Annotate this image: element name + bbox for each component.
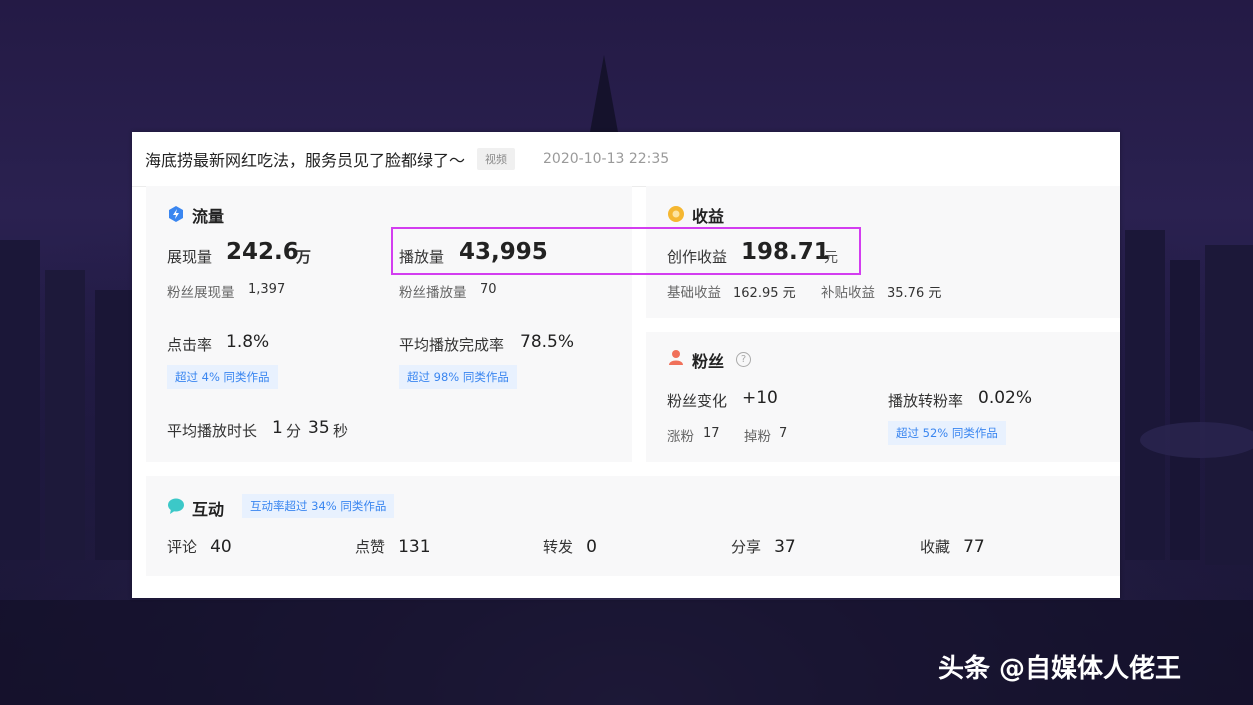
metric-reposts: 转发 0 bbox=[543, 536, 597, 557]
completion-value: 78.5% bbox=[520, 332, 575, 352]
interaction-title: 互动 bbox=[192, 500, 225, 519]
metric-comments: 评论 40 bbox=[167, 536, 232, 557]
conversion-badge: 超过 52% 同类作品 bbox=[888, 421, 1006, 445]
content-type-tag: 视频 bbox=[477, 148, 516, 170]
metric-value: 40 bbox=[210, 537, 232, 557]
fan-plays-label: 粉丝播放量 bbox=[399, 285, 467, 301]
fan-gain-value: 17 bbox=[703, 426, 720, 441]
coin-icon bbox=[668, 206, 684, 222]
metric-value: 37 bbox=[774, 537, 796, 557]
metric-value: 77 bbox=[963, 537, 985, 557]
impressions-unit: 万 bbox=[296, 248, 312, 266]
avg-duration-seconds: 35 bbox=[308, 418, 330, 438]
fan-loss-label: 掉粉 bbox=[744, 429, 771, 445]
ctr-label: 点击率 bbox=[167, 336, 213, 354]
metric-label: 评论 bbox=[167, 538, 198, 556]
user-icon bbox=[669, 350, 683, 365]
base-income-label: 基础收益 bbox=[667, 285, 721, 301]
publish-time: 2020-10-13 22:35 bbox=[543, 151, 670, 167]
metric-label: 转发 bbox=[543, 538, 574, 556]
metric-likes: 点赞 131 bbox=[355, 536, 431, 557]
metric-favorites: 收藏 77 bbox=[920, 536, 985, 557]
avg-duration-label: 平均播放时长 bbox=[167, 422, 258, 440]
traffic-title: 流量 bbox=[192, 207, 225, 226]
subsidy-income-label: 补贴收益 bbox=[821, 285, 875, 301]
interaction-badge: 互动率超过 34% 同类作品 bbox=[242, 494, 395, 518]
completion-badge: 超过 98% 同类作品 bbox=[399, 365, 517, 389]
traffic-icon bbox=[169, 206, 183, 222]
impressions-value: 242.6 bbox=[226, 239, 299, 265]
metric-shares: 分享 37 bbox=[731, 536, 796, 557]
help-icon[interactable]: ? bbox=[736, 352, 751, 367]
fans-title: 粉丝 bbox=[692, 352, 725, 371]
ctr-value: 1.8% bbox=[226, 332, 270, 352]
metric-label: 分享 bbox=[731, 538, 762, 556]
highlight-box bbox=[391, 227, 861, 275]
metric-value: 0 bbox=[586, 537, 597, 557]
impressions-label: 展现量 bbox=[167, 248, 213, 266]
fan-impressions-value: 1,397 bbox=[248, 282, 286, 297]
fan-gain-label: 涨粉 bbox=[667, 429, 694, 445]
income-title: 收益 bbox=[692, 207, 725, 226]
ctr-badge: 超过 4% 同类作品 bbox=[167, 365, 278, 389]
avg-duration-min-unit: 分 bbox=[286, 422, 302, 440]
fan-change-value: +10 bbox=[742, 388, 778, 408]
fan-change-label: 粉丝变化 bbox=[667, 392, 728, 410]
fans-panel: 粉丝 ? 粉丝变化 +10 涨粉 17 掉粉 7 播放转粉率 0.02% 超过 … bbox=[646, 332, 1120, 462]
base-income-value: 162.95 元 bbox=[733, 286, 796, 301]
metric-value: 131 bbox=[398, 537, 431, 557]
metric-label: 点赞 bbox=[355, 538, 386, 556]
subsidy-income-value: 35.76 元 bbox=[887, 286, 942, 301]
completion-label: 平均播放完成率 bbox=[399, 336, 505, 354]
watermark: 头条 @自媒体人佬王 bbox=[938, 654, 1182, 684]
video-stats-card: 海底捞最新网红吃法，服务员见了脸都绿了～ 视频 2020-10-13 22:35… bbox=[132, 132, 1120, 598]
fan-loss-value: 7 bbox=[779, 426, 788, 441]
video-title[interactable]: 海底捞最新网红吃法，服务员见了脸都绿了～ bbox=[145, 147, 465, 171]
conversion-label: 播放转粉率 bbox=[888, 392, 964, 410]
conversion-value: 0.02% bbox=[978, 388, 1033, 408]
fan-impressions-label: 粉丝展现量 bbox=[167, 285, 235, 301]
avg-duration-minutes: 1 bbox=[272, 418, 283, 438]
chat-bubble-icon bbox=[168, 498, 184, 514]
card-header: 海底捞最新网红吃法，服务员见了脸都绿了～ 视频 2020-10-13 22:35 bbox=[132, 132, 1120, 187]
metric-label: 收藏 bbox=[920, 538, 951, 556]
fan-plays-value: 70 bbox=[480, 282, 497, 297]
interaction-panel: 互动 互动率超过 34% 同类作品 评论 40 点赞 131 转发 0 分享 3… bbox=[146, 476, 1120, 576]
avg-duration-sec-unit: 秒 bbox=[333, 422, 349, 440]
